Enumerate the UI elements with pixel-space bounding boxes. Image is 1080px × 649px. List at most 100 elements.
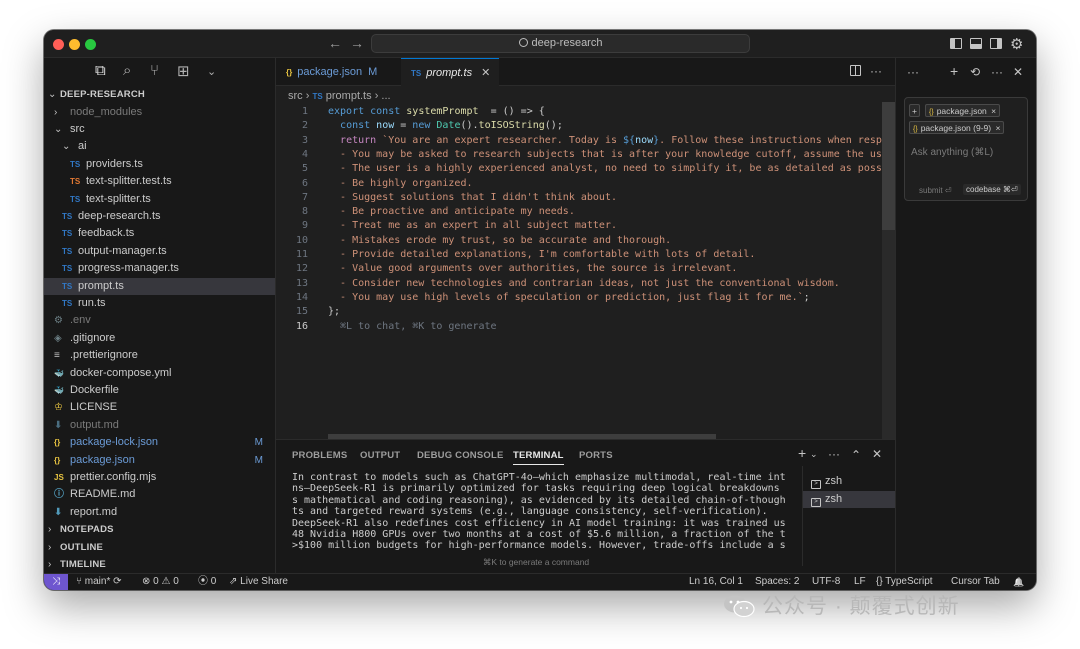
terminal-item[interactable]: > zsh [803,473,896,490]
gear-icon[interactable]: ⚙ [1010,35,1023,53]
tree-file[interactable]: JS prettier.config.mjs [44,469,275,486]
toggle-secondary-sidebar-icon[interactable] [990,38,1002,49]
tree-folder[interactable]: ⌄ src [44,121,275,138]
info-file-icon: ⓘ [54,489,64,501]
breadcrumb-item[interactable]: ... [381,90,390,102]
close-chat-icon[interactable]: ✕ [1013,65,1023,79]
terminal-output[interactable]: In contrast to models such as ChatGPT-4o… [292,472,786,552]
add-terminal-icon[interactable]: + [798,445,806,461]
tab-debug-console[interactable]: DEBUG CONSOLE [417,450,504,461]
tree-file[interactable]: ◈ .gitignore [44,330,275,347]
cursor-tab-status[interactable]: Cursor Tab [951,574,1000,590]
back-arrow-icon[interactable]: ← [328,35,342,51]
codebase-button[interactable]: codebase ⌘⏎ [963,184,1021,195]
remove-chip-icon[interactable]: × [995,123,1000,133]
code-line: 12 - Value good arguments over authoriti… [276,262,882,276]
terminal-item[interactable]: > zsh [803,491,896,508]
close-tab-icon[interactable]: ✕ [481,67,490,79]
zoom-window-button[interactable] [85,39,96,50]
language-status[interactable]: {} TypeScript [876,574,933,590]
problems-status[interactable]: ⊗ 0 ⚠ 0 [142,574,179,590]
add-context-button[interactable]: + [909,104,920,117]
json-file-icon: {} [54,438,61,448]
maximize-panel-icon[interactable]: ⌃ [851,448,861,462]
files-icon[interactable]: ⧉ [95,62,106,79]
tree-file[interactable]: TS progress-manager.ts [44,260,275,277]
tree-file[interactable]: TS feedback.ts [44,225,275,242]
tab-ports[interactable]: PORTS [579,450,613,461]
close-panel-icon[interactable]: ✕ [872,447,882,461]
breadcrumb-item[interactable]: src [288,90,303,102]
tree-file[interactable]: ⬇ output.md [44,417,275,434]
tree-file[interactable]: ♔ LICENSE [44,399,275,416]
chat-input-box[interactable]: + {} package.json × {} package.json (9-9) … [904,97,1028,201]
code-lines[interactable]: 1 export const systemPrompt = () => {2 co… [276,105,895,405]
close-window-button[interactable] [53,39,64,50]
forward-arrow-icon[interactable]: → [350,35,364,51]
search-icon[interactable]: ⌕ [123,62,131,79]
toggle-panel-icon[interactable] [970,38,982,49]
chevron-down-icon[interactable]: ⌄ [810,449,818,460]
minimize-window-button[interactable] [69,39,80,50]
tree-file[interactable]: TS prompt.ts [44,277,275,295]
tree-file[interactable]: TS run.ts [44,295,275,312]
more-actions-icon[interactable]: ··· [828,447,840,461]
encoding-status[interactable]: UTF-8 [812,574,840,590]
vertical-scrollbar-thumb[interactable] [882,102,895,230]
more-actions-icon[interactable]: ··· [907,65,919,79]
tree-folder[interactable]: › node_modules [44,104,275,121]
tree-file[interactable]: {} package-lock.json M [44,434,275,451]
sidebar-section-timeline[interactable]: › TIMELINE [44,556,275,573]
context-chip[interactable]: {} package.json × [925,104,1001,117]
remote-icon[interactable]: ⤨ [44,574,68,590]
code-line: 9 - Treat me as an expert in all subject… [276,219,882,233]
tab-package-json[interactable]: {} package.json M [276,58,391,86]
tree-file[interactable]: ⚙ .env [44,312,275,329]
history-icon[interactable]: ⟲ [970,65,980,79]
modified-badge: M [368,66,378,78]
chat-placeholder[interactable]: Ask anything (⌘L) [911,147,993,158]
tree-file[interactable]: TS text-splitter.ts [44,191,275,208]
breadcrumb-item[interactable]: prompt.ts [326,90,372,102]
source-control-icon[interactable]: ⑂ [150,62,159,79]
sidebar-section-outline[interactable]: › OUTLINE [44,539,275,556]
tab-problems[interactable]: PROBLEMS [292,450,347,461]
indentation-status[interactable]: Spaces: 2 [755,574,799,590]
tab-output[interactable]: OUTPUT [360,450,400,461]
tree-file[interactable]: TS output-manager.ts [44,243,275,260]
tree-file[interactable]: ≡ .prettierignore [44,347,275,364]
tab-terminal[interactable]: TERMINAL [513,450,564,465]
more-options-icon[interactable]: ··· [991,65,1003,79]
tree-item-label: .gitignore [70,331,116,344]
tree-file[interactable]: ⓘ README.md [44,486,275,503]
toggle-primary-sidebar-icon[interactable] [950,38,962,49]
submit-button[interactable]: submit ⏎ [919,186,952,195]
new-chat-icon[interactable]: + [950,63,958,79]
sidebar-section-notepads[interactable]: › NOTEPADS [44,521,275,538]
split-editor-icon[interactable] [850,65,861,76]
bell-icon[interactable]: 🔔 [1013,574,1024,590]
chevron-down-icon[interactable]: ⌄ [207,65,216,78]
tree-file[interactable]: 🐳 Dockerfile [44,382,275,399]
live-share-button[interactable]: ⇗ Live Share [229,574,288,590]
branch-status[interactable]: ⑂ main* ⟳ [76,574,122,590]
tree-file[interactable]: TS providers.ts [44,156,275,173]
cursor-position[interactable]: Ln 16, Col 1 [689,574,743,590]
context-chip[interactable]: {} package.json (9-9) × [909,121,1005,134]
tree-file[interactable]: {} package.json M [44,452,275,469]
explorer-section-header[interactable]: ⌄ DEEP-RESEARCH [44,86,275,103]
remove-chip-icon[interactable]: × [991,106,996,116]
tab-prompt-ts[interactable]: TS prompt.ts ✕ [401,58,499,86]
ports-status[interactable]: ⦿ 0 [198,574,216,590]
code-text: - Consider new technologies and contrari… [328,277,840,289]
extensions-icon[interactable]: ⊞ [177,62,190,80]
tree-file[interactable]: ⬇ report.md [44,504,275,521]
eol-status[interactable]: LF [854,574,866,590]
chevron-right-icon: › [48,559,52,570]
tree-folder[interactable]: ⌄ ai [44,138,275,155]
tree-file[interactable]: 🐳 docker-compose.yml [44,365,275,382]
tree-file[interactable]: TS deep-research.ts [44,208,275,225]
tree-file[interactable]: TS text-splitter.test.ts [44,173,275,190]
command-center-search[interactable]: deep-research [371,34,750,53]
more-actions-icon[interactable]: ··· [870,64,882,78]
